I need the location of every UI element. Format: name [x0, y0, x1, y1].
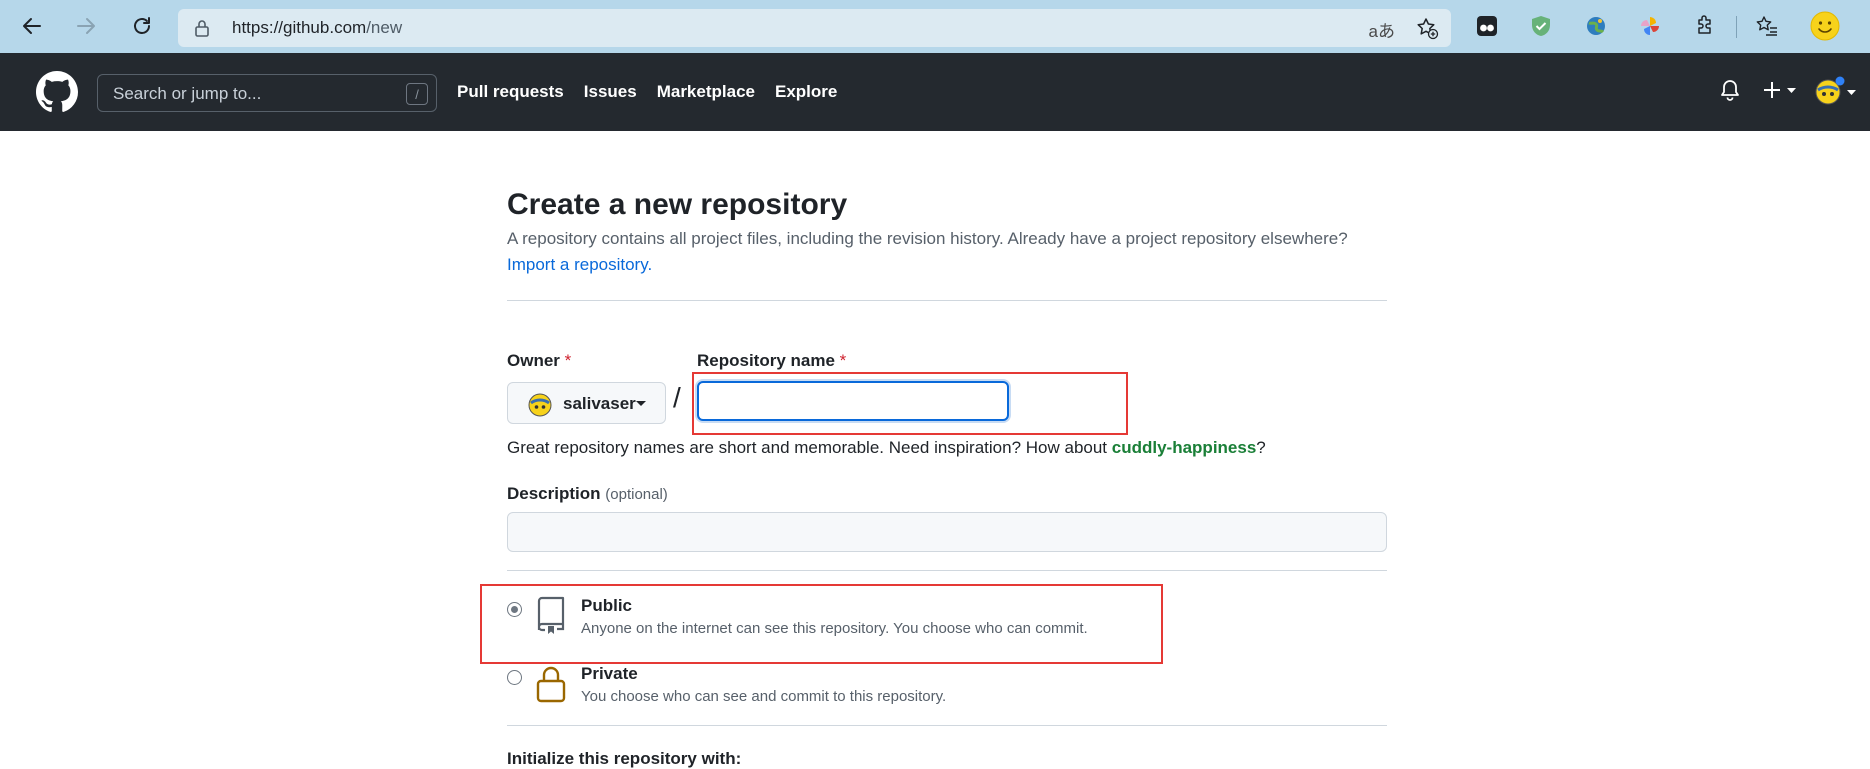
smiley-avatar-icon: [1810, 11, 1840, 41]
owner-dropdown[interactable]: salivaser: [507, 382, 666, 424]
favorites-button[interactable]: [1753, 12, 1781, 40]
divider: [507, 725, 1387, 726]
extensions-button[interactable]: [1691, 12, 1719, 40]
star-plus-icon: [1417, 18, 1439, 40]
toolbar-divider: [1736, 16, 1737, 38]
favorites-list-icon: [1756, 16, 1777, 36]
nav-issues[interactable]: Issues: [584, 82, 637, 102]
arrow-left-icon: [23, 18, 41, 34]
github-search-input[interactable]: Search or jump to... /: [97, 74, 437, 112]
owner-avatar-icon: [528, 393, 552, 417]
refresh-icon: [134, 17, 150, 34]
chevron-down-icon: [636, 401, 646, 406]
refresh-button[interactable]: [126, 10, 158, 42]
owner-repo-separator: /: [673, 382, 681, 413]
highlight-box-public: [480, 584, 1163, 664]
read-aloud-icon[interactable]: aあ: [1369, 17, 1395, 42]
divider: [507, 570, 1387, 571]
plus-icon: [1764, 82, 1796, 98]
search-placeholder: Search or jump to...: [113, 84, 262, 103]
owner-name: salivaser: [563, 394, 636, 413]
import-repository-link[interactable]: Import a repository.: [507, 255, 652, 275]
extension-globe[interactable]: [1582, 12, 1610, 40]
highlight-box-repo-name: [692, 372, 1128, 435]
browser-toolbar: https://github.com/new aあ: [0, 0, 1870, 53]
description-label: Description (optional): [507, 484, 668, 503]
name-suggestion-link[interactable]: cuddly-happiness: [1112, 438, 1257, 457]
private-radio[interactable]: [507, 670, 522, 685]
initialize-section-heading: Initialize this repository with:: [507, 749, 742, 768]
lock-icon: [536, 666, 566, 703]
arrow-right-icon: [77, 18, 95, 34]
description-input[interactable]: [507, 512, 1387, 552]
extension-tampermonkey[interactable]: [1473, 12, 1501, 40]
profile-avatar[interactable]: [1810, 11, 1840, 41]
url-text: https://github.com/new: [232, 18, 403, 37]
extension-adguard[interactable]: [1527, 12, 1555, 40]
divider: [507, 300, 1387, 301]
pinwheel-icon: [1641, 17, 1659, 35]
github-logo[interactable]: [36, 71, 78, 118]
github-header: Search or jump to... / Pull requests Iss…: [0, 53, 1870, 131]
nav-pull-requests[interactable]: Pull requests: [457, 82, 564, 102]
back-button[interactable]: [16, 10, 48, 42]
add-favorite-button[interactable]: [1415, 16, 1439, 45]
puzzle-icon: [1698, 15, 1711, 34]
repo-name-label: Repository name *: [697, 351, 847, 370]
forward-button[interactable]: [70, 10, 102, 42]
create-new-dropdown[interactable]: [1762, 79, 1798, 106]
page-title: Create a new repository: [507, 188, 848, 221]
search-shortcut-key: /: [406, 83, 428, 105]
owner-label: Owner *: [507, 351, 572, 370]
nav-explore[interactable]: Explore: [775, 82, 837, 102]
lock-icon: [195, 20, 209, 37]
github-nav: Pull requests Issues Marketplace Explore: [457, 82, 837, 102]
github-mark-icon: [36, 71, 78, 112]
extension-colorful[interactable]: [1636, 12, 1664, 40]
user-avatar-icon: [1815, 76, 1856, 105]
private-description: You choose who can see and commit to thi…: [581, 688, 947, 705]
shield-check-icon: [1532, 16, 1550, 36]
repo-name-hint: Great repository names are short and mem…: [507, 438, 1266, 457]
globe-icon: [1587, 17, 1605, 35]
user-menu[interactable]: [1814, 76, 1858, 111]
page-subtitle: A repository contains all project files,…: [507, 229, 1348, 248]
nav-marketplace[interactable]: Marketplace: [657, 82, 755, 102]
address-bar[interactable]: https://github.com/new aあ: [178, 9, 1451, 47]
private-title: Private: [581, 664, 638, 683]
bell-icon: [1721, 80, 1739, 101]
visibility-private-option[interactable]: Private You choose who can see and commi…: [507, 664, 1207, 714]
notifications-button[interactable]: [1720, 79, 1740, 106]
tampermonkey-icon: [1477, 16, 1497, 36]
